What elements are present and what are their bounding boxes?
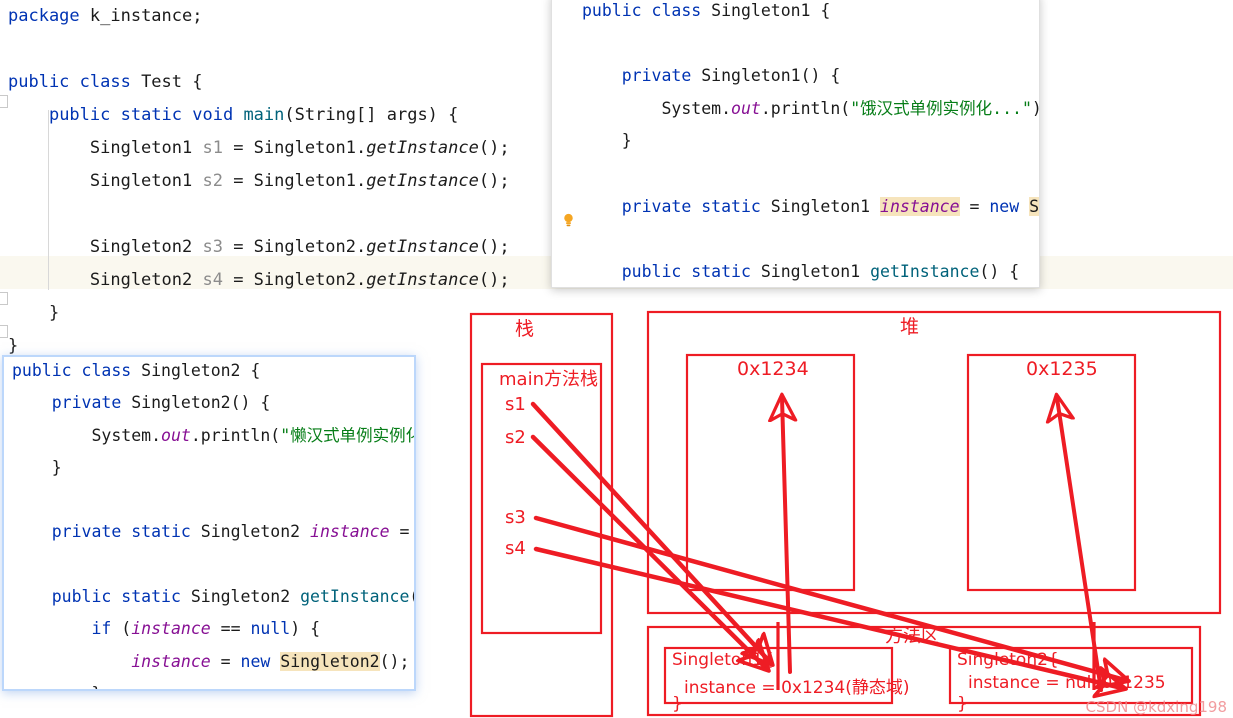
singleton1-line[interactable]: public class Singleton1 { — [582, 0, 1039, 28]
singleton2-line[interactable]: instance = new Singleton2(); — [8, 646, 414, 678]
singleton2-source[interactable]: public class Singleton2 { private Single… — [8, 357, 414, 689]
singleton1-source[interactable]: public class Singleton1 { private Single… — [582, 0, 1039, 287]
singleton1-line[interactable]: private Singleton1() { — [582, 60, 1039, 93]
test-class-source[interactable]: package k_instance; public class Test { … — [0, 0, 510, 363]
singleton2-line[interactable]: public class Singleton2 { — [8, 357, 414, 387]
test-class-line[interactable]: } — [0, 297, 510, 330]
test-class-line[interactable]: Singleton2 s3 = Singleton2.getInstance()… — [0, 231, 510, 264]
test-class-line[interactable]: Singleton1 s2 = Singleton1.getInstance()… — [0, 165, 510, 198]
singleton2-line[interactable]: System.out.println("懒汉式单例实例化..."); — [8, 420, 414, 452]
singleton1-line[interactable] — [582, 28, 1039, 61]
singleton2-line[interactable]: } — [8, 678, 414, 689]
singleton2-line[interactable]: private Singleton2() { — [8, 387, 414, 419]
test-class-line[interactable] — [0, 198, 510, 231]
singleton1-line[interactable] — [582, 223, 1039, 256]
singleton1-line[interactable]: public static Singleton1 getInstance() { — [582, 256, 1039, 287]
singleton2-line[interactable]: public static Singleton2 getInstance() { — [8, 581, 414, 613]
singleton2-line[interactable]: if (instance == null) { — [8, 613, 414, 645]
test-class-line[interactable]: Singleton1 s1 = Singleton1.getInstance()… — [0, 132, 510, 165]
singleton1-line[interactable]: System.out.println("饿汉式单例实例化..."); — [582, 93, 1039, 126]
test-class-line[interactable]: package k_instance; — [0, 0, 510, 33]
singleton2-line[interactable] — [8, 549, 414, 581]
watermark: CSDN @kdxing198 — [1085, 698, 1227, 716]
test-class-line[interactable]: public class Test { — [0, 66, 510, 99]
test-class-line[interactable]: Singleton2 s4 = Singleton2.getInstance()… — [0, 264, 510, 297]
singleton1-code-popup[interactable]: public class Singleton1 { private Single… — [551, 0, 1040, 288]
test-class-line[interactable]: public static void main(String[] args) { — [0, 99, 510, 132]
lightbulb-icon[interactable] — [562, 213, 575, 228]
singleton2-line[interactable]: } — [8, 452, 414, 484]
singleton1-line[interactable]: private static Singleton1 instance = new… — [582, 191, 1039, 224]
singleton1-line[interactable]: } — [582, 125, 1039, 158]
singleton2-code-popup[interactable]: public class Singleton2 { private Single… — [2, 355, 416, 691]
singleton2-line[interactable] — [8, 484, 414, 516]
test-class-line[interactable] — [0, 33, 510, 66]
singleton1-line[interactable] — [582, 158, 1039, 191]
singleton2-line[interactable]: private static Singleton2 instance = nul… — [8, 516, 414, 548]
popup-gutter[interactable] — [552, 0, 582, 287]
